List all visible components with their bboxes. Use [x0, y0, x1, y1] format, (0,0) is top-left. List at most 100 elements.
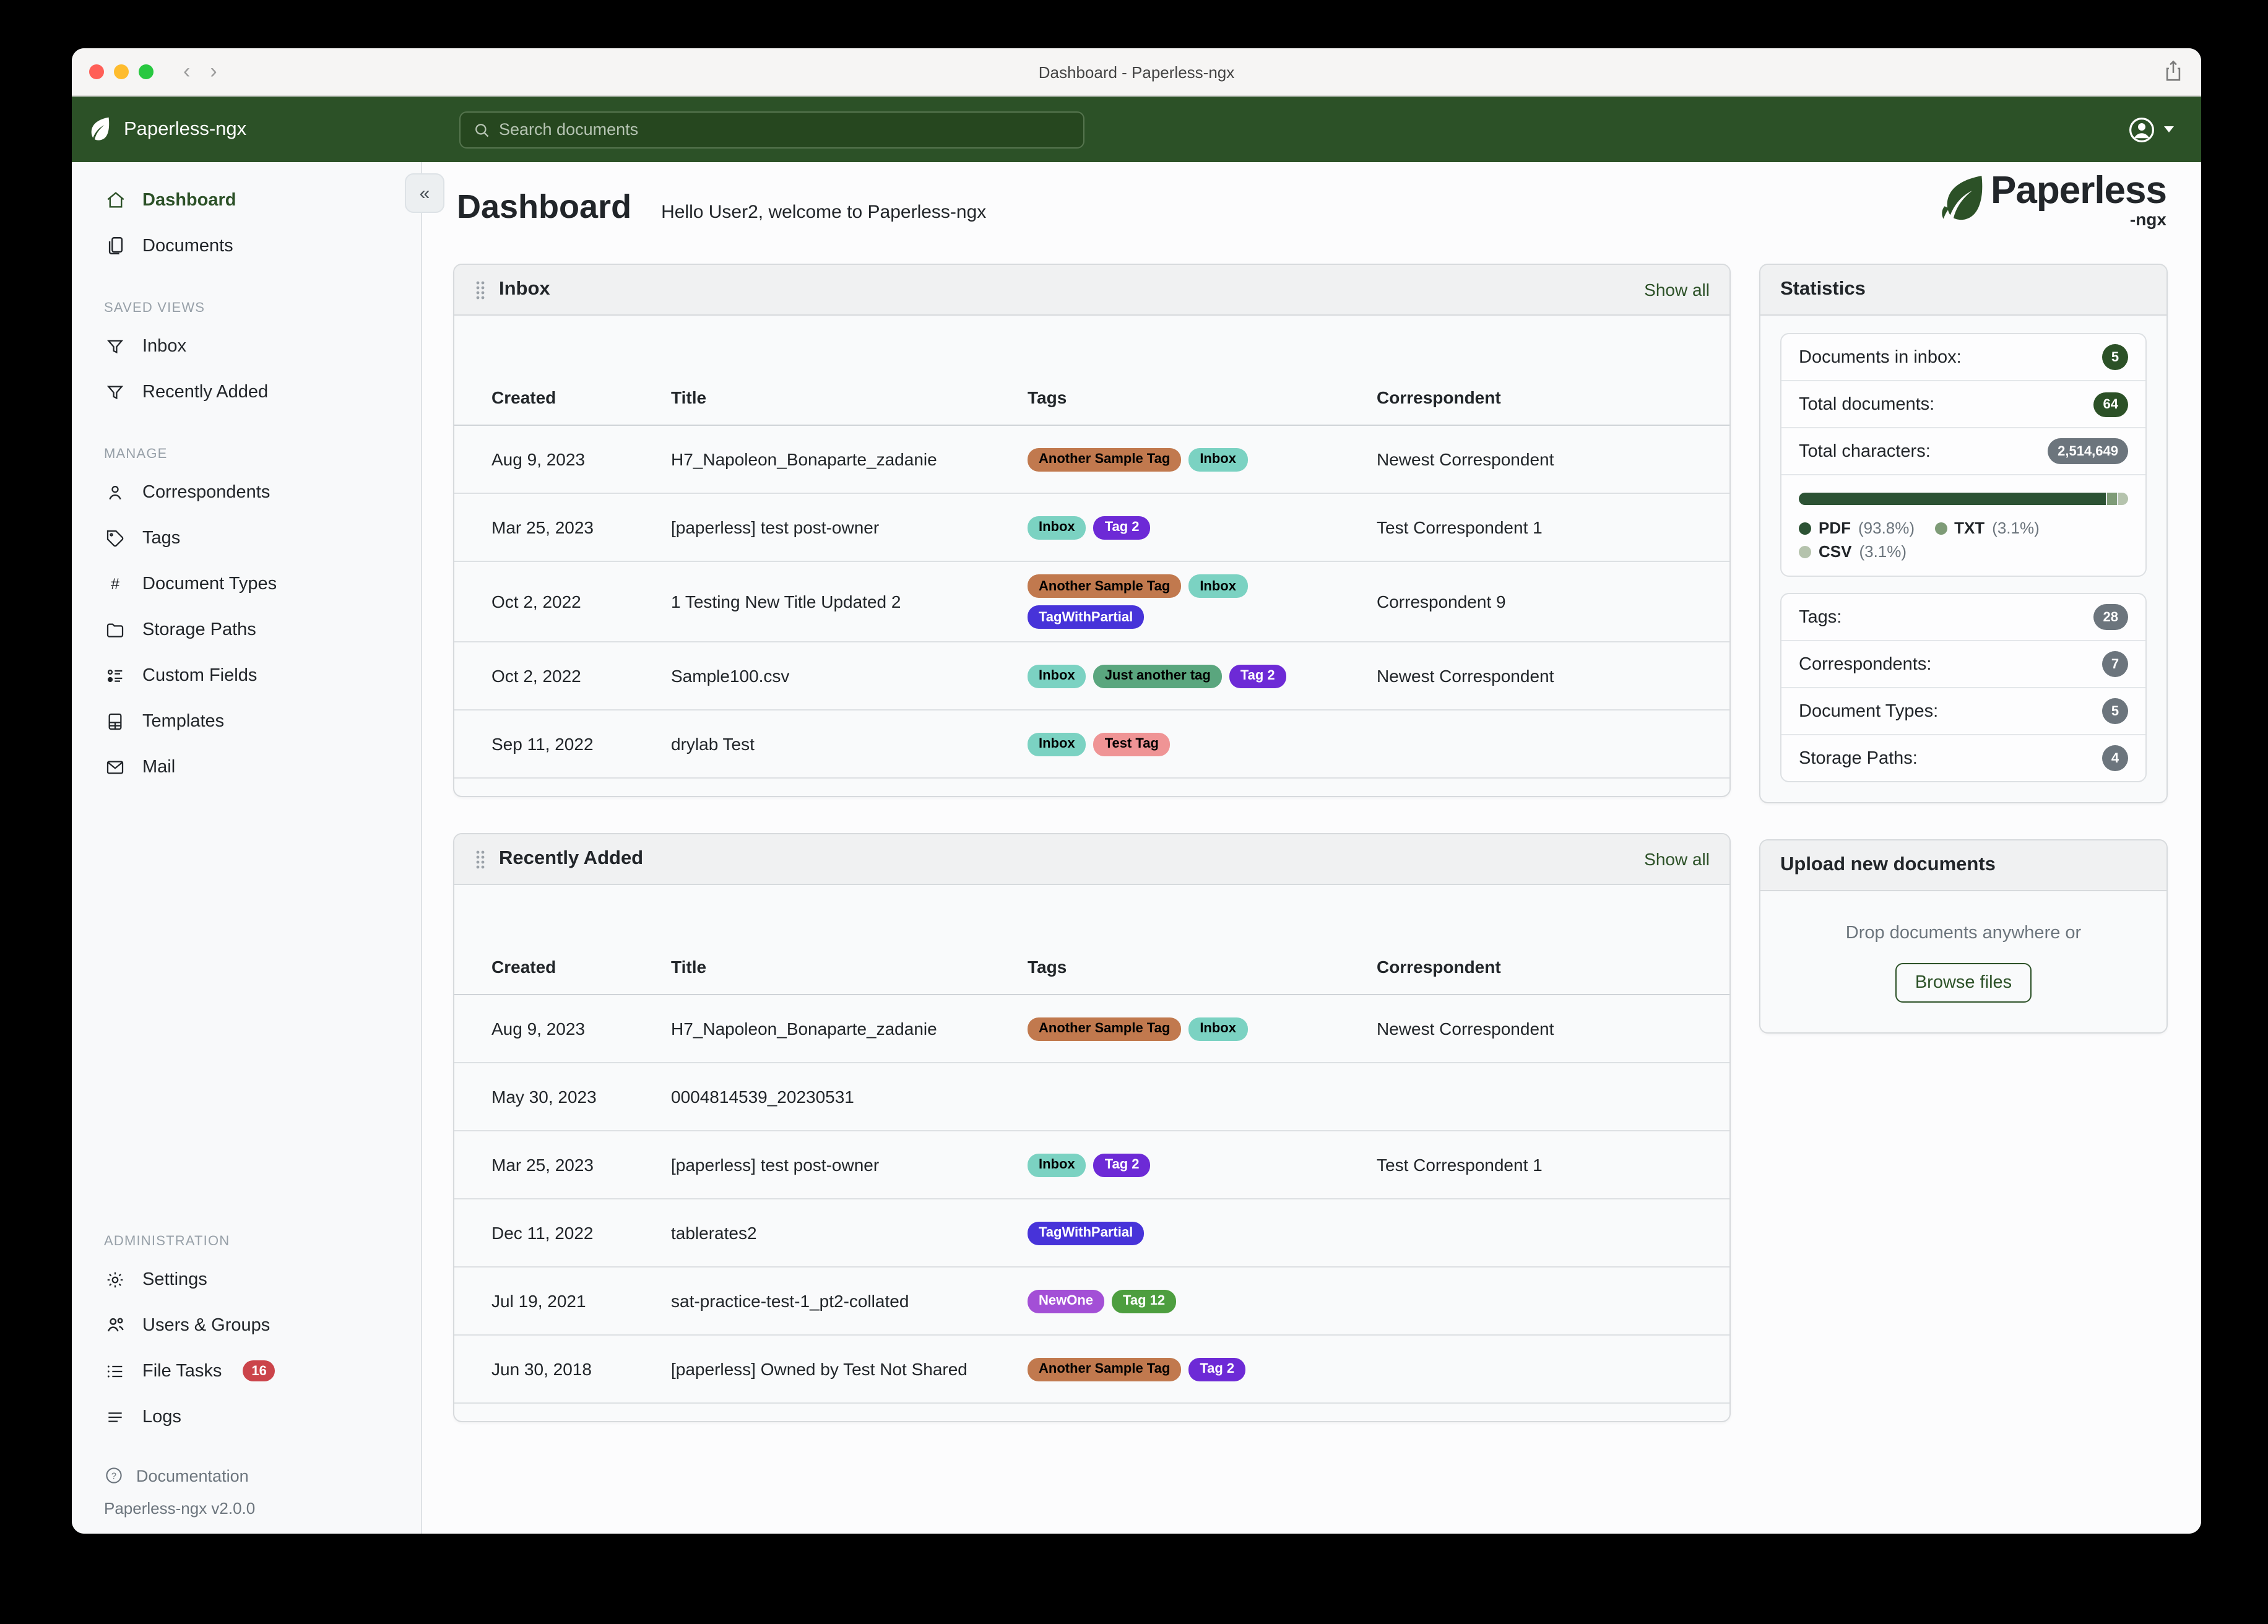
sidebar-item-mail[interactable]: Mail: [72, 744, 421, 790]
sidebar-section-saved-views: SAVED VIEWS: [104, 301, 206, 316]
table-row[interactable]: Jun 30, 2018 [paperless] Owned by Test N…: [454, 1336, 1729, 1404]
sidebar-item-custom-fields[interactable]: Custom Fields: [72, 652, 421, 698]
app-window: ‹ › Dashboard - Paperless-ngx Paperless-…: [72, 48, 2201, 1534]
sidebar-item-settings[interactable]: Settings: [72, 1256, 421, 1302]
tag-chip[interactable]: Another Sample Tag: [1028, 1357, 1182, 1381]
stat-row: Document Types: 5: [1781, 688, 2145, 735]
table-row[interactable]: Mar 25, 2023 [paperless] test post-owner…: [454, 494, 1729, 562]
tag-chip[interactable]: Inbox: [1188, 1017, 1247, 1040]
stat-row: Total documents: 64: [1781, 381, 2145, 428]
sidebar-item-tags[interactable]: Tags: [72, 515, 421, 561]
tag-chip[interactable]: Another Sample Tag: [1028, 574, 1182, 598]
sidebar-item-inbox[interactable]: Inbox: [72, 323, 421, 369]
column-header-tags: Tags: [1028, 957, 1067, 977]
bar-segment-pdf: [1799, 493, 2106, 505]
cell-title[interactable]: Sample100.csv: [671, 666, 1028, 686]
table-row[interactable]: Aug 9, 2023 H7_Napoleon_Bonaparte_zadani…: [454, 995, 1729, 1063]
file-tasks-badge: 16: [243, 1360, 275, 1381]
cell-tags: NewOne Tag 12: [1028, 1277, 1377, 1325]
sidebar-item-document-types[interactable]: # Document Types: [72, 561, 421, 607]
person-icon: [104, 482, 126, 502]
show-all-link[interactable]: Show all: [1644, 280, 1710, 300]
cell-title[interactable]: [paperless] test post-owner: [671, 517, 1028, 537]
table-row[interactable]: Aug 9, 2023 H7_Napoleon_Bonaparte_zadani…: [454, 426, 1729, 494]
table-row[interactable]: Jul 19, 2021 sat-practice-test-1_pt2-col…: [454, 1268, 1729, 1336]
sidebar-item-label: Settings: [142, 1269, 207, 1289]
brand[interactable]: Paperless-ngx: [72, 116, 246, 143]
inbox-widget-header: Inbox Show all: [454, 265, 1729, 316]
sidebar-item-recently-added[interactable]: Recently Added: [72, 369, 421, 415]
tag-chip[interactable]: Tag 12: [1112, 1289, 1177, 1313]
cell-tags: Another Sample Tag Inbox: [1028, 1004, 1377, 1053]
cell-title[interactable]: [paperless] test post-owner: [671, 1155, 1028, 1175]
tag-chip[interactable]: Tag 2: [1188, 1357, 1246, 1381]
show-all-link[interactable]: Show all: [1644, 849, 1710, 869]
users-icon: [104, 1315, 126, 1336]
stat-label: Storage Paths:: [1799, 748, 1918, 768]
table-row[interactable]: Oct 2, 2022 Sample100.csv Inbox Just anot…: [454, 642, 1729, 710]
cell-title[interactable]: drylab Test: [671, 734, 1028, 754]
tag-chip[interactable]: Another Sample Tag: [1028, 1017, 1182, 1040]
tag-chip[interactable]: Inbox: [1028, 1153, 1086, 1177]
tag-chip[interactable]: Inbox: [1028, 664, 1086, 688]
legend-item: CSV (3.1%): [1799, 542, 1907, 561]
documentation-link[interactable]: ? Documentation: [72, 1457, 421, 1494]
bar-segment-txt: [2106, 493, 2117, 505]
cell-title[interactable]: 0004814539_20230531: [671, 1087, 1028, 1107]
tag-chip[interactable]: TagWithPartial: [1028, 605, 1145, 629]
sidebar-collapse-button[interactable]: «: [405, 173, 444, 213]
app-header: Paperless-ngx Search documents: [72, 97, 2201, 162]
search-input[interactable]: Search documents: [459, 111, 1084, 148]
cell-tags: Another Sample Tag Inbox: [1028, 435, 1377, 483]
tag-chip[interactable]: Inbox: [1188, 447, 1247, 471]
sidebar-item-dashboard[interactable]: Dashboard: [72, 177, 421, 223]
column-header-title: Title: [671, 957, 707, 977]
tag-chip[interactable]: Inbox: [1028, 732, 1086, 756]
cell-title[interactable]: 1 Testing New Title Updated 2: [671, 592, 1028, 611]
drag-handle-icon[interactable]: [474, 280, 487, 300]
sidebar-item-users-groups[interactable]: Users & Groups: [72, 1302, 421, 1348]
table-row[interactable]: Dec 11, 2022 tablerates2 TagWithPartial: [454, 1199, 1729, 1268]
sidebar-item-documents[interactable]: Documents: [72, 223, 421, 269]
question-circle-icon: ?: [104, 1466, 124, 1485]
share-icon[interactable]: [2163, 59, 2184, 83]
chevron-down-icon: [2164, 126, 2174, 132]
table-row[interactable]: Sep 11, 2022 drylab Test Inbox Test Tag: [454, 710, 1729, 779]
cell-title[interactable]: sat-practice-test-1_pt2-collated: [671, 1291, 1028, 1311]
tag-chip[interactable]: Test Tag: [1093, 732, 1170, 756]
upload-widget-header: Upload new documents: [1760, 840, 2166, 891]
app-body: Dashboard Documents SAVED VIEWS Inbox Re…: [72, 162, 2201, 1534]
sidebar-item-correspondents[interactable]: Correspondents: [72, 469, 421, 515]
cell-created: Aug 9, 2023: [491, 1019, 586, 1039]
sidebar-item-logs[interactable]: Logs: [72, 1394, 421, 1440]
paperless-logo: Paperless -ngx: [1939, 171, 2167, 229]
drag-handle-icon[interactable]: [474, 849, 487, 869]
table-row[interactable]: Mar 25, 2023 [paperless] test post-owner…: [454, 1131, 1729, 1199]
cell-tags: Inbox Tag 2: [1028, 503, 1377, 551]
tag-chip[interactable]: Inbox: [1028, 516, 1086, 539]
table-row[interactable]: May 30, 2023 0004814539_20230531: [454, 1063, 1729, 1131]
tag-chip[interactable]: Tag 2: [1093, 1153, 1151, 1177]
cell-title[interactable]: [paperless] Owned by Test Not Shared: [671, 1359, 1028, 1379]
upload-dropzone[interactable]: Drop documents anywhere or Browse files: [1760, 891, 2166, 1032]
tag-chip[interactable]: NewOne: [1028, 1289, 1105, 1313]
tag-chip[interactable]: Inbox: [1188, 574, 1247, 598]
page-title: Dashboard: [457, 188, 632, 225]
table-row[interactable]: Oct 2, 2022 1 Testing New Title Updated …: [454, 562, 1729, 642]
browse-files-button[interactable]: Browse files: [1895, 963, 2032, 1003]
cell-title[interactable]: H7_Napoleon_Bonaparte_zadanie: [671, 1019, 1028, 1039]
widget-title: Upload new documents: [1780, 854, 1996, 875]
tag-chip[interactable]: Another Sample Tag: [1028, 447, 1182, 471]
tag-chip[interactable]: Tag 2: [1093, 516, 1151, 539]
sidebar-item-templates[interactable]: Templates: [72, 698, 421, 744]
sidebar-item-file-tasks[interactable]: File Tasks 16: [72, 1348, 421, 1394]
cell-title[interactable]: H7_Napoleon_Bonaparte_zadanie: [671, 449, 1028, 469]
tag-chip[interactable]: Just another tag: [1093, 664, 1222, 688]
tag-chip[interactable]: TagWithPartial: [1028, 1221, 1145, 1245]
user-menu[interactable]: [2127, 114, 2174, 144]
sidebar-item-storage-paths[interactable]: Storage Paths: [72, 607, 421, 652]
widgets-column: Inbox Show all Created Title Tags Corres…: [453, 264, 1731, 1458]
statistics-widget: Statistics Documents in inbox: 5 Total d…: [1759, 264, 2168, 803]
tag-chip[interactable]: Tag 2: [1229, 664, 1286, 688]
cell-title[interactable]: tablerates2: [671, 1223, 1028, 1243]
